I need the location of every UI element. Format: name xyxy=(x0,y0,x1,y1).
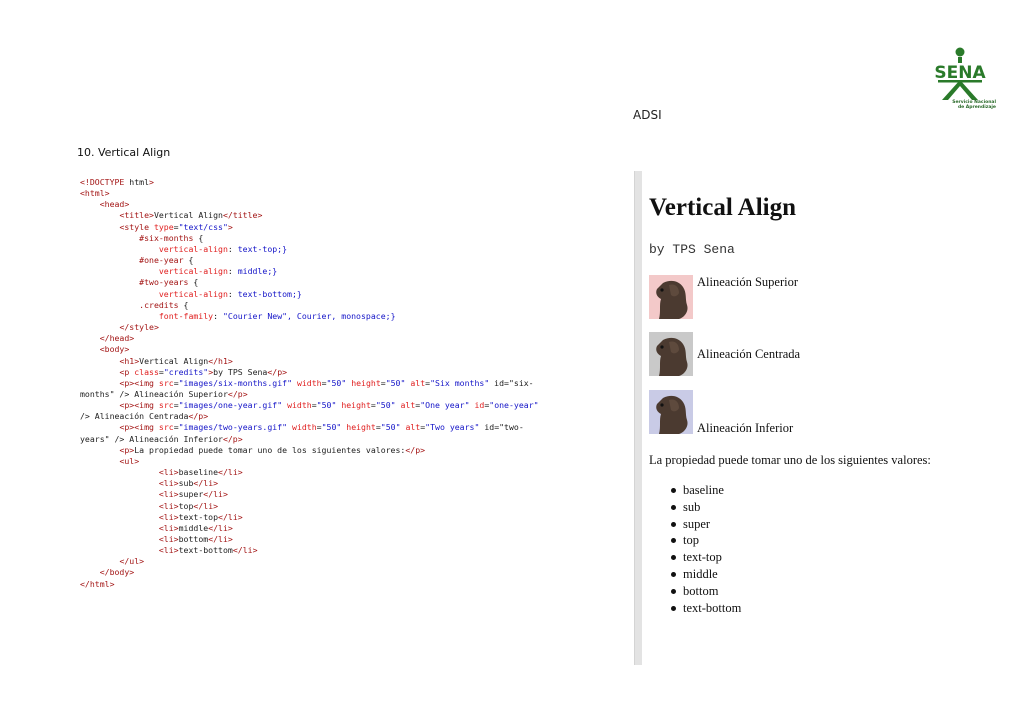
preview-row-top: Alineación Superior xyxy=(649,275,1009,319)
preview-paragraph: La propiedad puede tomar uno de los sigu… xyxy=(649,453,931,467)
label-centrada: Alineación Centrada xyxy=(697,347,801,361)
logo-caption-line2: de Aprendizaje xyxy=(957,105,996,110)
label-superior: Alineación Superior xyxy=(697,275,799,289)
preview-heading: Vertical Align xyxy=(649,194,796,221)
preview-row-middle: Alineación Centrada xyxy=(649,332,1009,376)
list-item: sub xyxy=(669,499,741,516)
program-label: ADSI xyxy=(633,108,662,122)
list-item: super xyxy=(669,516,741,533)
list-item: baseline xyxy=(669,482,741,499)
code-listing: <!DOCTYPE html> <html> <head> <title>Ver… xyxy=(80,177,539,589)
dog-icon xyxy=(649,275,693,319)
panel-divider xyxy=(634,171,642,665)
list-item: bottom xyxy=(669,583,741,600)
preview-credits: by TPS Sena xyxy=(649,242,735,257)
list-item: text-top xyxy=(669,549,741,566)
logo-caption: Servicio Nacional de Aprendizaje xyxy=(926,100,996,110)
dog-image-one-year xyxy=(649,332,693,376)
label-inferior: Alineación Inferior xyxy=(697,421,794,435)
list-item: text-bottom xyxy=(669,600,741,617)
values-list: baseline sub super top text-top middle b… xyxy=(669,482,741,616)
dog-icon xyxy=(649,332,693,376)
preview-row-bottom: Alineación Inferior xyxy=(649,390,1009,435)
section-title: 10. Vertical Align xyxy=(77,146,171,159)
dog-image-two-years xyxy=(649,390,693,434)
dog-icon xyxy=(649,390,693,434)
list-item: top xyxy=(669,532,741,549)
list-item: middle xyxy=(669,566,741,583)
document-page: ADSI SENA Servicio Nacional de Aprendiza… xyxy=(0,0,1030,712)
sena-logo-icon: SENA xyxy=(934,47,986,100)
dog-image-six-months xyxy=(649,275,693,319)
